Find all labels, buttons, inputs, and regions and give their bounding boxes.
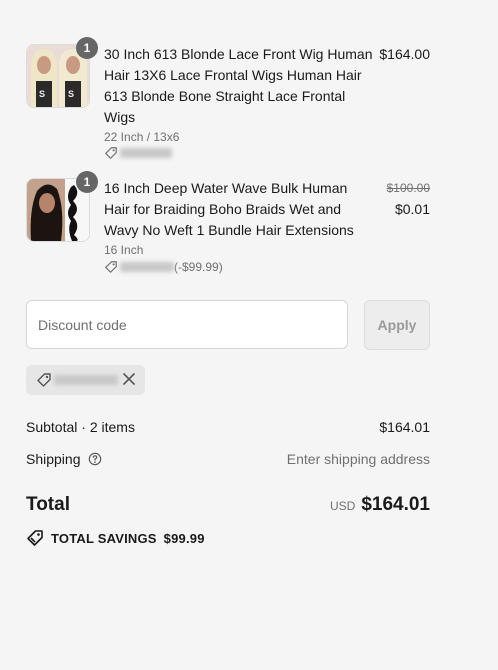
total-label: Total — [26, 494, 70, 515]
subtotal-row: Subtotal · 2 items $164.01 — [26, 419, 430, 435]
applied-discount-line: (-$99.99) — [104, 260, 223, 274]
shipping-row: Shipping Enter shipping address — [26, 451, 430, 467]
tag-icon — [105, 147, 117, 159]
redacted-code — [120, 148, 172, 158]
total-savings: TOTAL SAVINGS $99.99 — [26, 529, 205, 547]
tag-icon — [27, 530, 43, 546]
applied-discount-line — [104, 146, 172, 160]
subtotal-value: $164.01 — [379, 419, 430, 435]
savings-value: $99.99 — [163, 530, 205, 546]
redacted-code — [120, 262, 174, 272]
discount-code-input[interactable] — [26, 300, 348, 349]
close-icon[interactable] — [122, 372, 136, 386]
shipping-label: Shipping — [26, 451, 81, 467]
total-amount-group: USD $164.01 — [330, 494, 430, 516]
subtotal-label: Subtotal · 2 items — [26, 419, 135, 435]
svg-text:S: S — [68, 89, 74, 99]
tag-icon — [105, 261, 117, 273]
currency-code: USD — [329, 499, 356, 513]
product-thumbnail: S S 1 — [26, 37, 98, 108]
original-price: $100.00 — [386, 181, 430, 195]
order-summary: S S 1 30 Inch 613 Blonde Lace Front Wig … — [0, 0, 498, 670]
quantity-badge: 1 — [76, 37, 98, 59]
applied-discount-chip — [26, 365, 145, 395]
product-variant: 22 Inch / 13x6 — [104, 130, 180, 144]
line-item: S S 1 30 Inch 613 Blonde Lace Front Wig … — [26, 37, 430, 164]
apply-discount-button[interactable]: Apply — [364, 300, 430, 350]
product-price: $164.00 — [379, 46, 430, 62]
tag-icon — [37, 373, 51, 387]
total-value: $164.01 — [361, 494, 430, 515]
product-title: 16 Inch Deep Water Wave Bulk Human Hair … — [104, 180, 354, 238]
product-thumbnail: 1 — [26, 171, 98, 242]
product-price: $0.01 — [394, 201, 430, 217]
savings-label: TOTAL SAVINGS — [51, 530, 157, 546]
help-circle-icon[interactable] — [88, 452, 102, 466]
quantity-badge: 1 — [76, 171, 98, 193]
shipping-value: Enter shipping address — [286, 451, 430, 467]
product-variant: 16 Inch — [104, 243, 144, 257]
shipping-label-group: Shipping — [26, 451, 102, 467]
svg-text:S: S — [39, 89, 45, 99]
total-row: Total USD $164.01 — [26, 494, 430, 516]
redacted-code — [54, 375, 118, 385]
line-item: 1 16 Inch Deep Water Wave Bulk Human Hai… — [26, 171, 430, 278]
discount-amount: (-$99.99) — [174, 260, 223, 274]
product-title: 30 Inch 613 Blonde Lace Front Wig Human … — [104, 46, 373, 125]
